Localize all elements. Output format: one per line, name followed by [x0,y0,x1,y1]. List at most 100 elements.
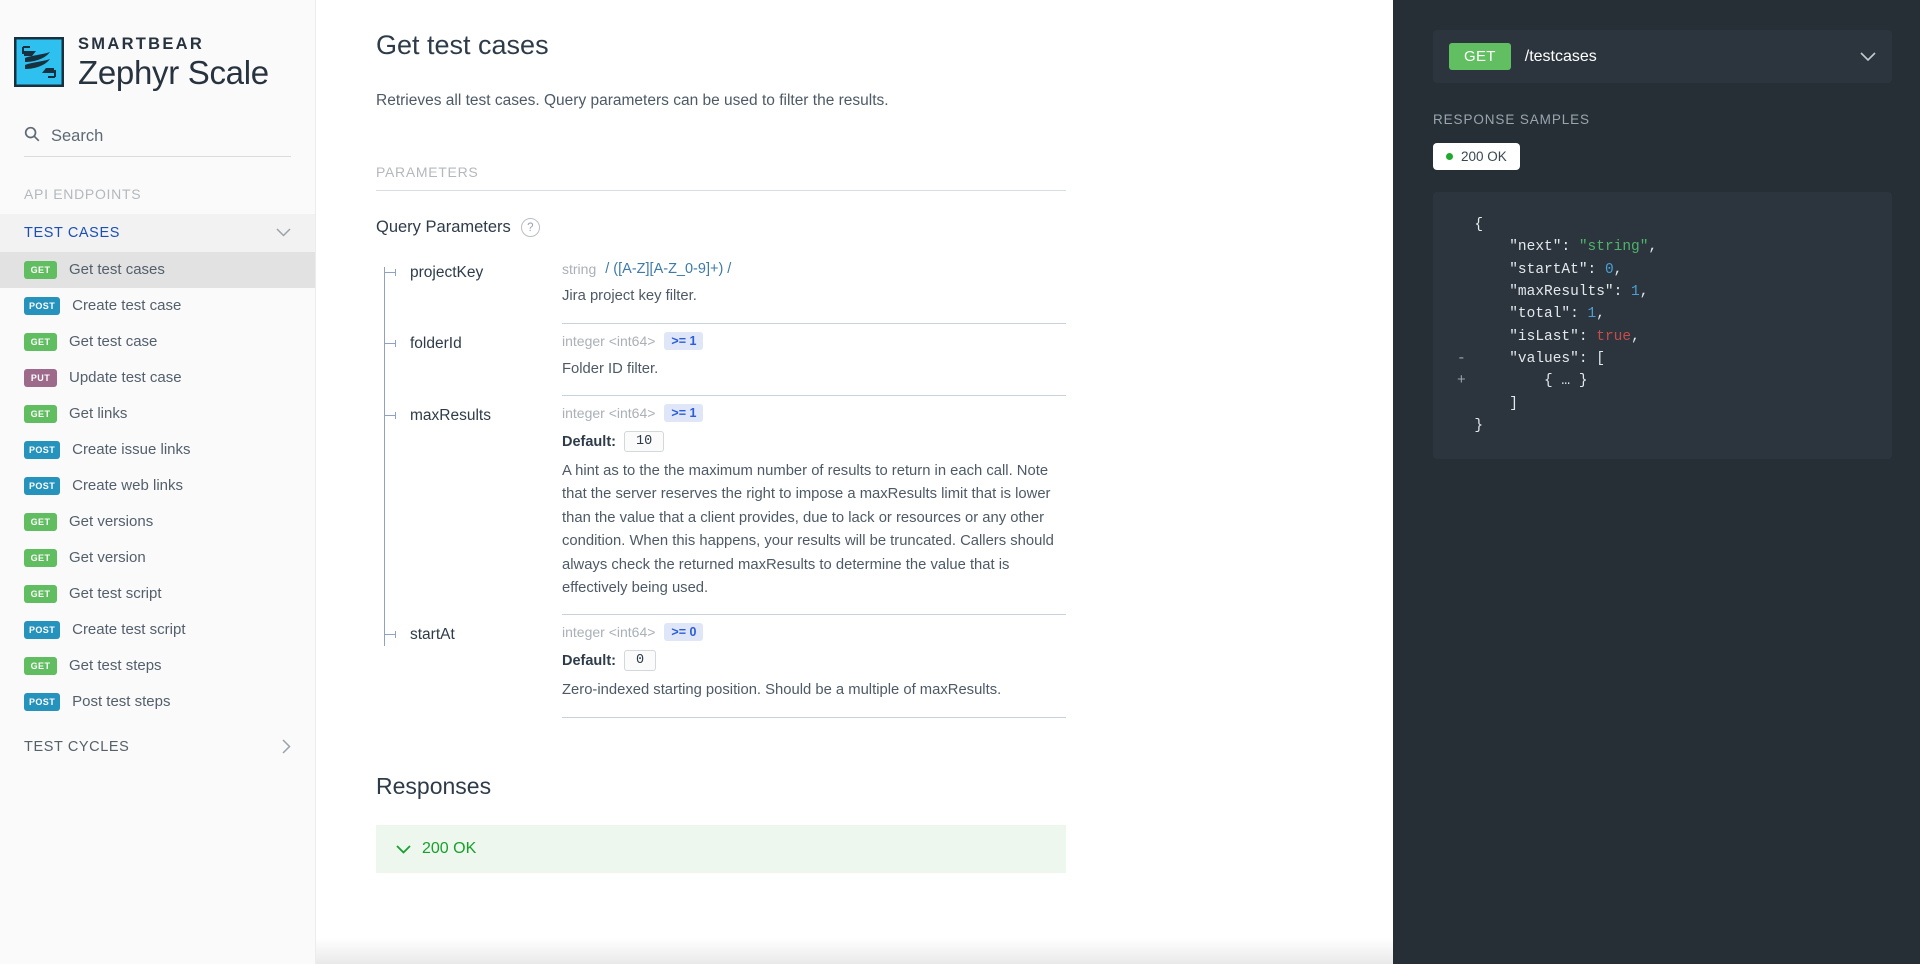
fold-toggle-icon[interactable]: - [1457,351,1474,367]
question-mark-icon[interactable]: ? [520,218,540,238]
parameter-constraint-badge: >= 1 [664,404,704,422]
parameter-default-value: 0 [623,650,657,672]
parameter-type: integer <int64> [562,624,656,641]
sidebar-item-get-test-cases[interactable]: GET Get test cases [0,251,315,288]
sidebar-group-label: TEST CASES [24,224,120,241]
method-badge-get: GET [24,404,57,423]
tree-branch-icon [384,412,396,419]
sidebar-item-get-test-case[interactable]: GET Get test case [0,324,315,360]
tree-branch-icon [384,631,396,639]
parameter-name-cell: startAt [384,623,562,717]
code-token: , [1613,261,1623,278]
parameter-row: folderId integer <int64> >= 1 Folder ID fil… [384,324,1066,396]
app-root: SMARTBEAR Zephyr Scale API ENDPOINTS TES… [0,0,1920,964]
sidebar-item-get-links[interactable]: GET Get links [0,396,315,432]
sidebar-item-label: Get test script [69,585,162,602]
code-token: "startAt" [1509,261,1588,278]
parameter-row: startAt integer <int64> >= 0 Default: 0 Zero-… [384,615,1066,718]
response-sample-code: { "next": "string", "startAt": 0, "maxRe… [1433,192,1892,460]
sidebar-item-create-web-links[interactable]: POST Create web links [0,468,315,504]
code-token: : [1587,261,1605,278]
code-token: 0 [1604,261,1614,278]
fold-toggle-icon[interactable] [1457,217,1474,233]
fold-toggle-icon[interactable] [1457,306,1474,322]
code-token: "string" [1578,239,1649,256]
parameter-name: maxResults [410,407,491,424]
code-token: : [1561,239,1579,256]
method-badge-post: POST [24,296,61,315]
code-token: "isLast" [1509,328,1579,345]
parameter-row: projectKey string / ([A-Z][A-Z_0-9]+) / Jir… [384,253,1066,324]
brand-smartbear: SMARTBEAR [78,35,205,53]
parameter-type: integer <int64> [562,405,656,421]
sidebar-item-get-test-steps[interactable]: GET Get test steps [0,648,315,684]
parameter-default-row: Default: 0 [562,650,1066,672]
fold-toggle-icon[interactable] [1457,396,1474,412]
code-token: "next" [1509,239,1562,256]
code-token: , [1596,306,1605,323]
fold-toggle-icon[interactable] [1457,262,1474,278]
sidebar-group-label: TEST CYCLES [24,739,130,755]
query-parameters-title: Query Parameters [376,218,511,237]
parameter-description: Jira project key filter. [562,288,697,305]
chevron-down-icon[interactable] [1860,49,1876,65]
sidebar-item-get-versions[interactable]: GET Get versions [0,504,315,540]
search-input[interactable] [51,126,251,146]
sidebar-item-update-test-case[interactable]: PUT Update test case [0,360,315,396]
parameters-section-label: PARAMETERS [376,164,1066,192]
chevron-down-icon[interactable] [396,842,411,856]
response-samples-label: RESPONSE SAMPLES [1433,112,1590,127]
sidebar-item-create-issue-links[interactable]: POST Create issue links [0,432,315,468]
sidebar-item-post-test-steps[interactable]: POST Post test steps [0,684,315,720]
code-line: "total": 1, [1457,303,1868,325]
parameter-default-row: Default: 10 [562,431,1066,452]
sidebar-item-get-version[interactable]: GET Get version [0,540,315,576]
sidebar-item-label: Create issue links [72,441,191,458]
sidebar-group-test-cycles[interactable]: TEST CYCLES [0,727,315,767]
status-badge[interactable]: 200 OK [1433,143,1520,170]
sidebar-item-label: Get links [69,405,128,422]
tree-branch-icon [384,269,396,277]
tree-branch-icon [384,339,396,347]
chevron-down-icon[interactable] [276,226,291,239]
endpoint-path: /testcases [1524,47,1597,65]
page-title: Get test cases [376,30,549,60]
response-accordion-200[interactable]: 200 OK [376,824,1066,873]
parameter-constraint-badge: >= 1 [664,331,704,350]
sidebar-item-get-test-script[interactable]: GET Get test script [0,576,315,612]
parameter-type-row: integer <int64> >= 1 [562,331,1066,350]
fold-toggle-icon[interactable] [1457,284,1474,300]
method-badge-post: POST [24,440,61,459]
sidebar-item-label: Get version [69,549,146,566]
sidebar-item-create-test-case[interactable]: POST Create test case [0,288,315,324]
code-token: : [1578,328,1597,345]
parameter-constraint-badge: >= 0 [664,623,704,642]
code-token: 1 [1587,306,1597,323]
api-endpoints-label: API ENDPOINTS [24,185,142,202]
parameter-description: A hint as to the the maximum number of r… [562,463,1054,596]
fold-toggle-icon[interactable]: + [1457,373,1474,389]
search-container[interactable] [24,126,291,157]
sidebar-item-label: Post test steps [72,693,171,710]
brand[interactable]: SMARTBEAR Zephyr Scale [0,0,315,89]
code-token: : [1613,283,1632,300]
code-token: , [1631,328,1640,345]
sidebar-item-create-test-script[interactable]: POST Create test script [0,612,315,648]
method-badge-put: PUT [24,368,57,387]
status-badge-label: 200 OK [1461,149,1507,164]
sidebar-group-test-cases[interactable]: TEST CASES [0,213,315,252]
endpoint-selector[interactable]: GET /testcases [1433,30,1892,83]
code-line: "startAt": 0, [1457,259,1868,281]
fold-toggle-icon[interactable] [1457,239,1474,255]
method-badge-get: GET [24,260,57,279]
parameter-name-cell: folderId [384,332,562,396]
code-token: { … } [1544,373,1588,390]
chevron-right-icon[interactable] [282,738,291,756]
fold-toggle-icon[interactable] [1457,418,1474,434]
sidebar-item-label: Update test case [69,369,182,386]
method-badge-get: GET [24,584,57,603]
parameters-list: projectKey string / ([A-Z][A-Z_0-9]+) / Jir… [376,253,1066,718]
method-badge-get: GET [24,548,57,567]
brand-product-name: Zephyr Scale [78,53,269,91]
fold-toggle-icon[interactable] [1457,329,1474,345]
